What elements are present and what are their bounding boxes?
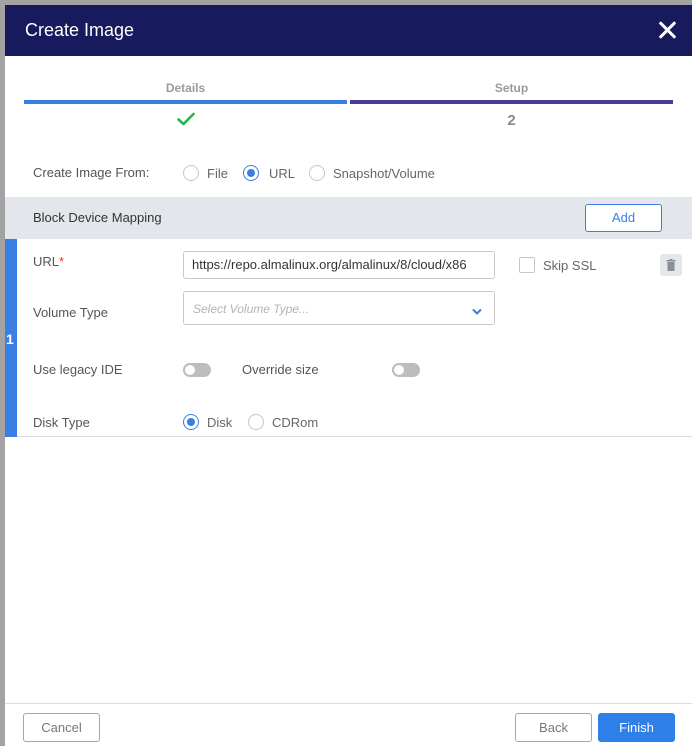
step-progress-bar xyxy=(24,100,347,104)
step-details[interactable]: Details xyxy=(24,80,347,135)
volume-type-placeholder: Select Volume Type... xyxy=(193,302,310,316)
chevron-down-icon xyxy=(472,303,482,321)
required-mark: * xyxy=(59,254,65,269)
dialog-header: Create Image xyxy=(5,5,692,56)
close-icon[interactable] xyxy=(656,19,678,41)
create-image-dialog: Create Image Details Setup 2 Create Imag… xyxy=(5,5,692,746)
radio-disk[interactable] xyxy=(183,414,199,430)
legacy-ide-toggle[interactable] xyxy=(183,363,211,377)
radio-cdrom-label: CDRom xyxy=(272,415,319,430)
cancel-button[interactable]: Cancel xyxy=(23,713,100,742)
dialog-title: Create Image xyxy=(25,20,135,40)
url-label: URL* xyxy=(33,254,65,269)
block-device-mapping-header: Block Device Mapping Add xyxy=(5,197,692,239)
url-input[interactable]: https://repo.almalinux.org/almalinux/8/c… xyxy=(183,251,495,279)
radio-file-label: File xyxy=(207,166,228,181)
volume-type-label: Volume Type xyxy=(33,305,108,320)
step-progress-bar xyxy=(350,100,673,104)
disk-type-label: Disk Type xyxy=(33,415,90,430)
entry-index: 1 xyxy=(6,331,14,347)
finish-button[interactable]: Finish xyxy=(598,713,675,742)
step-number: 2 xyxy=(507,112,516,129)
radio-file[interactable] xyxy=(183,165,199,181)
mapping-entry: 1 URL* https://repo.almalinux.org/almali… xyxy=(5,239,692,437)
step-label: Details xyxy=(165,81,206,95)
create-from-label: Create Image From: xyxy=(33,165,150,180)
override-size-toggle[interactable] xyxy=(392,363,420,377)
radio-cdrom[interactable] xyxy=(248,414,264,430)
section-title: Block Device Mapping xyxy=(33,210,162,225)
add-button[interactable]: Add xyxy=(585,204,662,232)
volume-type-select[interactable]: Select Volume Type... xyxy=(183,291,495,325)
footer-divider xyxy=(5,703,692,704)
legacy-ide-label: Use legacy IDE xyxy=(33,362,123,377)
radio-disk-label: Disk xyxy=(207,415,233,430)
checkmark-icon xyxy=(176,112,195,126)
override-size-label: Override size xyxy=(242,362,319,377)
radio-url-label: URL xyxy=(269,166,296,181)
trash-icon[interactable] xyxy=(660,254,682,276)
back-button[interactable]: Back xyxy=(515,713,592,742)
wizard-steps: Details Setup 2 xyxy=(24,80,674,135)
skip-ssl-label: Skip SSL xyxy=(543,258,597,273)
step-setup[interactable]: Setup 2 xyxy=(350,80,673,135)
step-label: Setup xyxy=(494,81,529,95)
radio-snapshot-volume[interactable] xyxy=(309,165,325,181)
radio-snapshot-volume-label: Snapshot/Volume xyxy=(333,166,435,181)
skip-ssl-checkbox[interactable] xyxy=(519,257,535,273)
radio-url[interactable] xyxy=(243,165,259,181)
